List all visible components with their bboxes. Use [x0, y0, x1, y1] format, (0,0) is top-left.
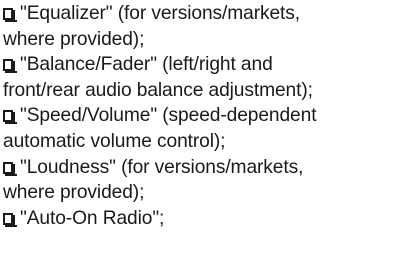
- checkbox-icon: [3, 8, 17, 22]
- item-text-continued: front/rear audio balance adjustment);: [3, 79, 313, 101]
- item-text: "Speed/Volume" (speed-dependent: [20, 105, 317, 127]
- checkbox-icon: [3, 161, 17, 176]
- item-text: "Loudness" (for versions/markets,: [20, 156, 304, 178]
- item-text: "Equalizer" (for versions/markets,: [20, 3, 301, 24]
- item-text: "Auto-On Radio";: [20, 207, 165, 229]
- list-item: "Equalizer" (for versions/markets, where…: [3, 1, 401, 52]
- checkbox-icon: [3, 59, 17, 74]
- list-item: "Balance/Fader" (left/right and front/re…: [3, 52, 401, 103]
- list-item: "Speed/Volume" (speed-dependent automati…: [3, 103, 401, 154]
- option-list: "Equalizer" (for versions/markets, where…: [3, 1, 401, 231]
- checkbox-icon: [3, 212, 17, 227]
- item-text-continued: where provided);: [3, 28, 145, 50]
- item-text-continued: where provided);: [3, 182, 145, 204]
- list-item: "Auto-On Radio";: [3, 206, 401, 232]
- checkbox-icon: [3, 110, 17, 125]
- list-item: "Loudness" (for versions/markets, where …: [3, 155, 401, 206]
- item-text: "Balance/Fader" (left/right and: [20, 54, 273, 76]
- item-text-continued: automatic volume control);: [3, 130, 226, 152]
